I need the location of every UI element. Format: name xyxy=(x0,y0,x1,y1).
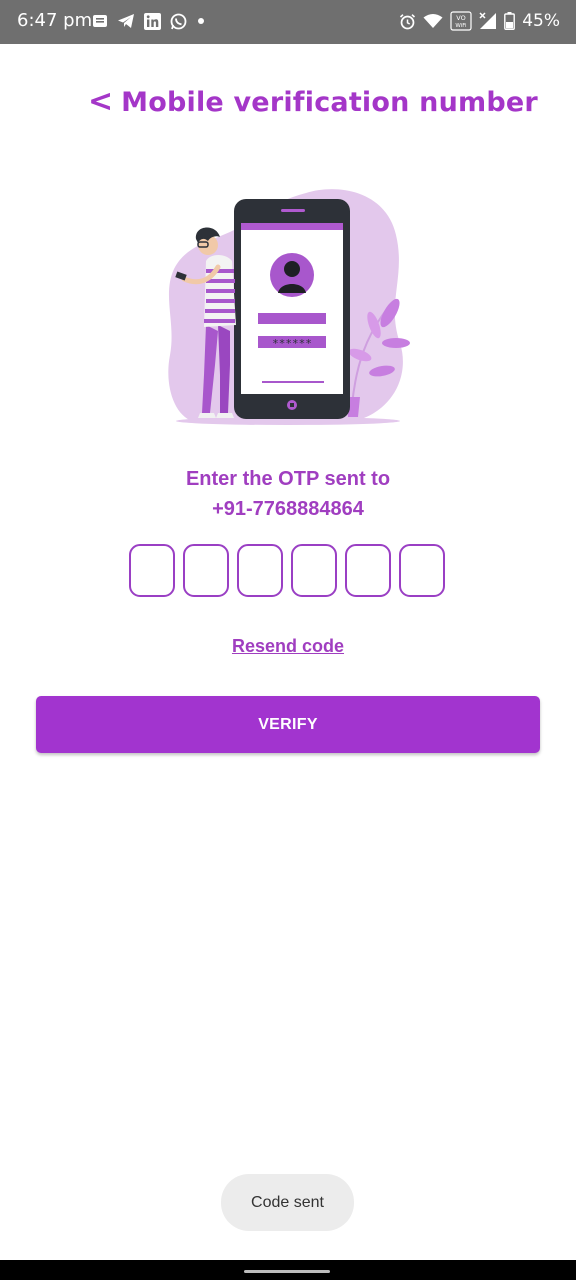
verify-button[interactable]: VERIFY xyxy=(36,696,540,753)
otp-prompt: Enter the OTP sent to +91-7768884864 xyxy=(0,464,576,524)
wifi-icon xyxy=(423,14,443,28)
back-icon[interactable]: < xyxy=(88,84,113,120)
vowifi-icon: VO WiFi xyxy=(450,11,472,31)
battery-icon xyxy=(504,12,516,30)
header: < Mobile verification number xyxy=(88,84,538,120)
otp-digit-4[interactable] xyxy=(291,544,337,597)
resend-code-link[interactable]: Resend code xyxy=(0,636,576,657)
telegram-icon xyxy=(118,14,134,28)
svg-text:WiFi: WiFi xyxy=(456,23,468,29)
battery-percentage: 45% xyxy=(522,11,560,31)
message-icon xyxy=(93,15,107,27)
otp-digit-6[interactable] xyxy=(399,544,445,597)
otp-digit-3[interactable] xyxy=(237,544,283,597)
linkedin-icon xyxy=(144,12,161,30)
otp-input-group xyxy=(129,544,445,597)
dot-icon xyxy=(198,18,204,24)
otp-digit-1[interactable] xyxy=(129,544,175,597)
signal-icon xyxy=(479,12,497,29)
whatsapp-icon xyxy=(170,13,187,29)
toast-message: Code sent xyxy=(221,1174,354,1231)
status-time: 6:47 pm xyxy=(17,10,93,31)
otp-digit-2[interactable] xyxy=(183,544,229,597)
phone-illustration: ****** xyxy=(234,199,350,419)
otp-digit-5[interactable] xyxy=(345,544,391,597)
otp-prompt-text: Enter the OTP sent to xyxy=(185,468,391,490)
page-title: Mobile verification number xyxy=(121,86,538,118)
notification-icons xyxy=(92,11,206,31)
phone-login-illustration: ****** xyxy=(168,189,410,425)
system-status: VO WiFi 45% xyxy=(399,10,560,32)
status-bar: 6:47 pm VO WiFi 45% xyxy=(0,0,576,44)
svg-text:VO: VO xyxy=(456,14,465,22)
navigation-bar xyxy=(0,1260,576,1280)
phone-number: +91-7768884864 xyxy=(212,498,364,520)
home-gesture-handle[interactable] xyxy=(244,1270,330,1273)
password-mask: ****** xyxy=(272,337,312,350)
alarm-icon xyxy=(400,13,416,29)
